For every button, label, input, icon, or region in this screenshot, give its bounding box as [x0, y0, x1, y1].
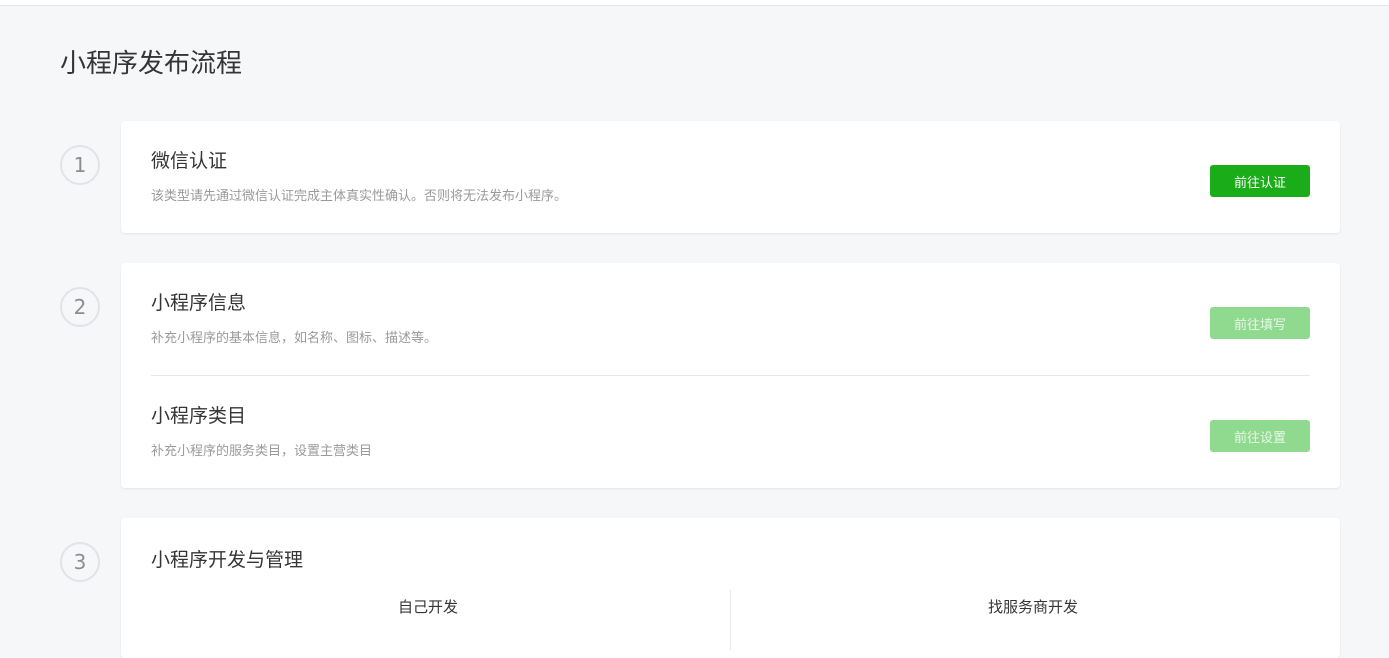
option-separator	[730, 590, 731, 650]
dev-management-item: 小程序开发与管理	[151, 547, 1310, 577]
wechat-verification-item: 微信认证 该类型请先通过微信认证完成主体真实性确认。否则将无法发布小程序。 前往…	[151, 148, 1310, 208]
go-fill-info-button[interactable]: 前往填写	[1210, 307, 1310, 339]
top-bar	[0, 0, 1389, 6]
step-number-1: 1	[60, 145, 100, 185]
item-divider	[151, 375, 1310, 376]
miniprogram-category-item: 小程序类目 补充小程序的服务类目，设置主营类目 前往设置	[151, 403, 1310, 463]
go-verify-button[interactable]: 前往认证	[1210, 165, 1310, 197]
step-3-card: 小程序开发与管理 自己开发 找服务商开发	[121, 518, 1340, 658]
go-set-category-button[interactable]: 前往设置	[1210, 420, 1310, 452]
page-title: 小程序发布流程	[60, 49, 243, 79]
miniprogram-info-item: 小程序信息 补充小程序的基本信息，如名称、图标、描述等。 前往填写	[151, 290, 1310, 350]
wechat-verification-title: 微信认证	[151, 150, 228, 172]
miniprogram-category-title: 小程序类目	[151, 405, 247, 427]
step-number-3: 3	[60, 542, 100, 582]
wechat-verification-description: 该类型请先通过微信认证完成主体真实性确认。否则将无法发布小程序。	[151, 189, 568, 204]
step-number-2: 2	[60, 287, 100, 327]
step-1-card: 微信认证 该类型请先通过微信认证完成主体真实性确认。否则将无法发布小程序。 前往…	[121, 121, 1340, 233]
service-provider-develop-option[interactable]: 找服务商开发	[756, 596, 1310, 618]
miniprogram-info-title: 小程序信息	[151, 292, 247, 314]
self-develop-option[interactable]: 自己开发	[151, 596, 705, 618]
miniprogram-category-description: 补充小程序的服务类目，设置主营类目	[151, 444, 373, 459]
dev-management-title: 小程序开发与管理	[151, 549, 304, 571]
miniprogram-info-description: 补充小程序的基本信息，如名称、图标、描述等。	[151, 331, 438, 346]
step-2-card: 小程序信息 补充小程序的基本信息，如名称、图标、描述等。 前往填写 小程序类目 …	[121, 263, 1340, 488]
